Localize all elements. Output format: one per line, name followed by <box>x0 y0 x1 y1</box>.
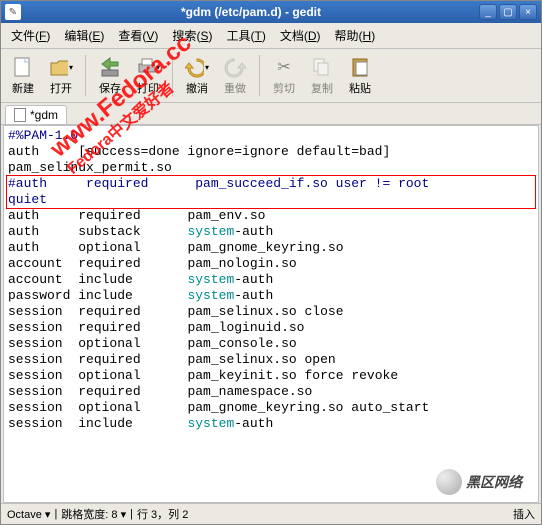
cut-icon: ✂ <box>272 55 296 79</box>
undo-icon: ▾ <box>185 55 209 79</box>
insert-mode: 插入 <box>513 506 535 522</box>
application-window: ✎ *gdm (/etc/pam.d) - gedit _ ▢ × 文件(F) … <box>0 0 542 525</box>
open-folder-icon: ▾ <box>49 55 73 79</box>
save-button[interactable]: 保存 <box>92 53 128 98</box>
cursor-position: 行 3，列 2 <box>137 506 188 522</box>
new-file-icon <box>11 55 35 79</box>
menu-edit[interactable]: 编辑(E) <box>58 25 110 46</box>
menu-view[interactable]: 查看(V) <box>112 25 164 46</box>
editor-line: session optional pam_gnome_keyring.so au… <box>8 400 534 416</box>
editor-line: session optional pam_keyinit.so force re… <box>8 368 534 384</box>
minimize-button[interactable]: _ <box>479 4 497 20</box>
tab-label: *gdm <box>30 108 58 122</box>
menu-documents[interactable]: 文档(D) <box>274 25 327 46</box>
save-icon <box>98 55 122 79</box>
editor-line: session include system-auth <box>8 416 534 432</box>
undo-button[interactable]: ▾ 撤消 <box>179 53 215 98</box>
tabbar: *gdm <box>1 103 541 125</box>
editor-line: session required pam_namespace.so <box>8 384 534 400</box>
editor-line: account include system-auth <box>8 272 534 288</box>
open-button[interactable]: ▾ 打开 <box>43 53 79 98</box>
window-title: *gdm (/etc/pam.d) - gedit <box>25 5 477 19</box>
maximize-button[interactable]: ▢ <box>499 4 517 20</box>
editor-line: account required pam_nologin.so <box>8 256 534 272</box>
print-button[interactable]: ▾ 打印 <box>130 53 166 98</box>
highlight-box <box>6 175 536 209</box>
separator <box>259 55 260 96</box>
print-icon: ▾ <box>136 55 160 79</box>
menubar: 文件(F) 编辑(E) 查看(V) 搜索(S) 工具(T) 文档(D) 帮助(H… <box>1 23 541 49</box>
app-icon: ✎ <box>5 4 21 20</box>
separator <box>85 55 86 96</box>
editor-line: session required pam_selinux.so close <box>8 304 534 320</box>
toolbar: 新建 ▾ 打开 保存 ▾ 打印 ▾ 撤消 <box>1 49 541 103</box>
titlebar: ✎ *gdm (/etc/pam.d) - gedit _ ▢ × <box>1 1 541 23</box>
menu-file[interactable]: 文件(F) <box>5 25 56 46</box>
tabwidth-selector[interactable]: 跳格宽度: 8 ▾ <box>61 506 126 522</box>
editor-line: session required pam_loginuid.so <box>8 320 534 336</box>
editor-line: #%PAM-1.0 <box>8 128 534 144</box>
separator <box>172 55 173 96</box>
copy-button: 复制 <box>304 53 340 98</box>
cut-button: ✂ 剪切 <box>266 53 302 98</box>
editor-line: auth optional pam_gnome_keyring.so <box>8 240 534 256</box>
statusbar: Octave ▾ | 跳格宽度: 8 ▾ | 行 3，列 2 插入 <box>1 503 541 524</box>
syntax-selector[interactable]: Octave ▾ <box>7 508 50 521</box>
menu-tools[interactable]: 工具(T) <box>220 25 271 46</box>
menu-help[interactable]: 帮助(H) <box>329 25 382 46</box>
paste-icon <box>348 55 372 79</box>
document-icon <box>14 108 26 122</box>
editor-line: auth substack system-auth <box>8 224 534 240</box>
editor-line: auth [success=done ignore=ignore default… <box>8 144 534 160</box>
redo-button: 重做 <box>217 53 253 98</box>
paste-button[interactable]: 粘贴 <box>342 53 378 98</box>
copy-icon <box>310 55 334 79</box>
text-editor[interactable]: #%PAM-1.0auth [success=done ignore=ignor… <box>3 125 539 503</box>
new-button[interactable]: 新建 <box>5 53 41 98</box>
document-tab[interactable]: *gdm <box>5 105 67 124</box>
editor-line: pam_selinux_permit.so <box>8 160 534 176</box>
redo-icon <box>223 55 247 79</box>
editor-line: session required pam_selinux.so open <box>8 352 534 368</box>
editor-line: password include system-auth <box>8 288 534 304</box>
editor-line: session optional pam_console.so <box>8 336 534 352</box>
close-button[interactable]: × <box>519 4 537 20</box>
editor-line: auth required pam_env.so <box>8 208 534 224</box>
menu-search[interactable]: 搜索(S) <box>166 25 218 46</box>
